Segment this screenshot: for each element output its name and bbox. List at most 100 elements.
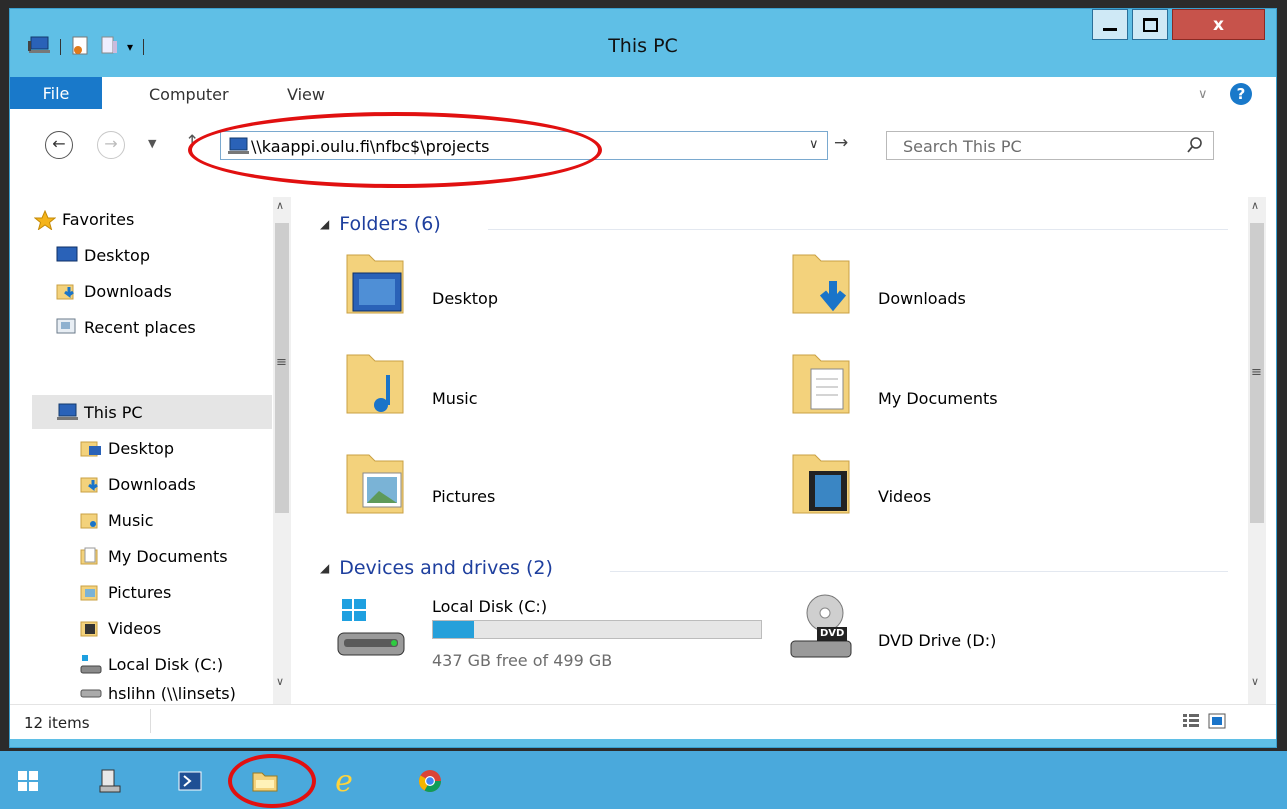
nav-fav-desktop[interactable]: Desktop: [10, 239, 273, 271]
forward-button[interactable]: →: [97, 131, 125, 159]
content-area: Favorites Desktop Downloads Recent place…: [10, 167, 1276, 704]
search-icon: [1187, 136, 1203, 158]
collapse-triangle-icon: ◢: [320, 217, 330, 231]
back-arrow-icon: ←: [52, 134, 66, 153]
internet-explorer-icon[interactable]: e: [328, 764, 360, 799]
music-folder-icon: [80, 511, 102, 529]
status-divider: [150, 709, 151, 733]
server-manager-icon[interactable]: [94, 765, 126, 797]
nav-pc-network-drive[interactable]: hslihn (\\linsets): [10, 684, 273, 704]
desktop-icon: [56, 246, 78, 264]
nav-pc-pictures[interactable]: Pictures: [10, 576, 273, 608]
search-input[interactable]: Search This PC: [886, 131, 1214, 160]
folder-desktop-label[interactable]: Desktop: [432, 289, 498, 308]
nav-pc-my-documents[interactable]: My Documents: [10, 540, 273, 572]
folder-music-label[interactable]: Music: [432, 389, 478, 408]
desktop-folder-icon[interactable]: [343, 247, 407, 321]
pictures-folder-icon[interactable]: [343, 447, 407, 521]
nav-pc-desktop[interactable]: Desktop: [10, 432, 273, 464]
close-icon: x: [1213, 14, 1224, 35]
nav-pc-downloads[interactable]: Downloads: [10, 468, 273, 500]
pictures-folder-icon: [80, 583, 102, 601]
ribbon: File Computer View ∨ ?: [10, 77, 1276, 118]
disk-usage-fill: [433, 621, 474, 638]
back-button[interactable]: ←: [45, 131, 73, 159]
tab-view[interactable]: View: [287, 85, 325, 104]
taskbar: e: [0, 751, 1287, 809]
nav-pc-music[interactable]: Music: [10, 504, 273, 536]
section-divider: [610, 571, 1228, 572]
devices-section-header[interactable]: ◢ Devices and drives (2): [320, 557, 553, 579]
scroll-up-icon[interactable]: ∧: [276, 199, 284, 212]
maximize-icon: [1142, 17, 1158, 32]
collapse-triangle-icon: ◢: [320, 561, 330, 575]
title-bar: ▾ This PC x: [10, 9, 1276, 87]
downloads-folder-icon[interactable]: [789, 247, 853, 321]
nav-this-pc[interactable]: This PC: [10, 396, 273, 428]
minimize-icon: [1103, 28, 1117, 31]
minimize-button[interactable]: [1092, 9, 1128, 40]
local-disk-icon[interactable]: [336, 599, 408, 665]
main-scrollbar[interactable]: ∧ ≡ ∨: [1248, 197, 1266, 704]
documents-folder-icon: [80, 547, 102, 565]
scroll-down-icon[interactable]: ∨: [1251, 675, 1259, 688]
recent-locations-button[interactable]: ▼: [148, 137, 156, 150]
dvd-drive-icon[interactable]: DVD: [787, 591, 857, 665]
videos-folder-icon[interactable]: [789, 447, 853, 521]
chevron-down-icon[interactable]: ∨: [1198, 87, 1208, 102]
scroll-grip-icon: ≡: [276, 355, 287, 370]
folder-my-documents-label[interactable]: My Documents: [878, 389, 998, 408]
window-title: This PC: [608, 35, 678, 57]
windows-start-icon[interactable]: [12, 765, 44, 797]
explorer-window: ▾ This PC x File Computer View ∨ ? ← → ▼…: [9, 8, 1277, 748]
local-disk-icon: [80, 655, 102, 674]
disk-free-text: 437 GB free of 499 GB: [432, 651, 613, 670]
scroll-down-icon[interactable]: ∨: [276, 675, 284, 688]
forward-arrow-icon: →: [104, 134, 118, 153]
tab-computer[interactable]: Computer: [149, 85, 229, 104]
nav-pane-scrollbar[interactable]: ∧ ≡ ∨: [273, 197, 291, 704]
help-icon[interactable]: ?: [1230, 83, 1252, 105]
scroll-up-icon[interactable]: ∧: [1251, 199, 1259, 212]
this-pc-icon: [56, 403, 78, 421]
folder-downloads-label[interactable]: Downloads: [878, 289, 966, 308]
go-button[interactable]: →: [834, 133, 848, 153]
folder-pictures-label[interactable]: Pictures: [432, 487, 495, 506]
dvd-badge: DVD: [820, 628, 845, 639]
chrome-icon[interactable]: [414, 765, 446, 797]
network-drive-icon: [80, 684, 102, 702]
item-count: 12 items: [24, 714, 90, 732]
nav-pc-videos[interactable]: Videos: [10, 612, 273, 644]
scroll-grip-icon: ≡: [1251, 365, 1262, 380]
search-placeholder: Search This PC: [903, 137, 1022, 156]
annotation-ellipse-address: [188, 112, 602, 188]
powershell-icon[interactable]: [174, 765, 206, 797]
maximize-button[interactable]: [1132, 9, 1168, 40]
disk-usage-bar: [432, 620, 762, 639]
folders-section-header[interactable]: ◢ Folders (6): [320, 213, 441, 235]
section-divider: [488, 229, 1228, 230]
details-view-icon[interactable]: [1182, 713, 1200, 733]
nav-favorites[interactable]: Favorites: [10, 203, 273, 235]
music-folder-icon[interactable]: [343, 347, 407, 421]
downloads-icon: [56, 282, 78, 300]
close-button[interactable]: x: [1172, 9, 1265, 40]
tab-file[interactable]: File: [10, 77, 102, 109]
nav-pc-local-disk[interactable]: Local Disk (C:): [10, 648, 273, 680]
folder-videos-label[interactable]: Videos: [878, 487, 931, 506]
annotation-ellipse-explorer: [228, 754, 316, 808]
documents-folder-icon[interactable]: [789, 347, 853, 421]
star-icon: [33, 209, 57, 231]
videos-folder-icon: [80, 619, 102, 637]
nav-fav-downloads[interactable]: Downloads: [10, 275, 273, 307]
local-disk-label[interactable]: Local Disk (C:): [432, 597, 547, 616]
recent-places-icon: [56, 318, 78, 336]
go-arrow-icon: →: [834, 133, 849, 153]
address-dropdown-icon[interactable]: ∨: [809, 137, 819, 152]
dvd-drive-label[interactable]: DVD Drive (D:): [878, 631, 996, 650]
large-icons-view-icon[interactable]: [1208, 713, 1226, 733]
desktop-folder-icon: [80, 439, 102, 457]
navigation-pane: Favorites Desktop Downloads Recent place…: [10, 167, 273, 704]
nav-fav-recent-places[interactable]: Recent places: [10, 311, 273, 343]
downloads-folder-icon: [80, 475, 102, 493]
